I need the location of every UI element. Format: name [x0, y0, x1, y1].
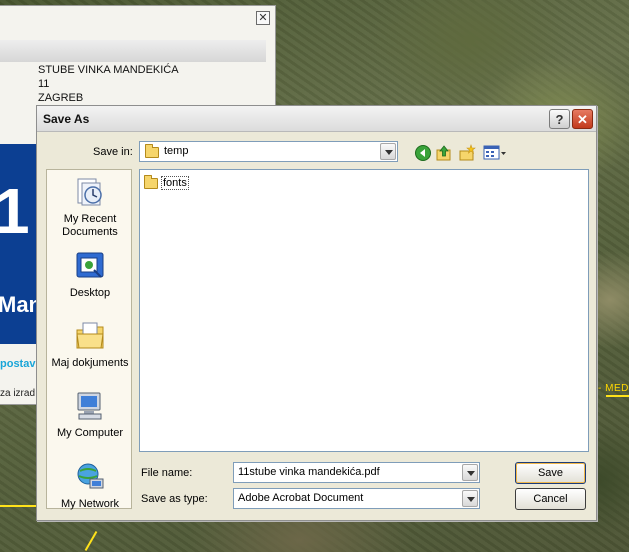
save-in-label: Save in: — [93, 146, 133, 158]
chevron-down-icon[interactable] — [462, 464, 478, 481]
save-as-type-dropdown[interactable]: Adobe Acrobat Document — [233, 488, 480, 509]
my-network-icon — [77, 463, 104, 489]
file-name-label: File name: — [141, 467, 193, 479]
close-button[interactable]: ✕ — [572, 109, 593, 129]
dialog-titlebar[interactable]: Save As ? ✕ — [37, 106, 596, 132]
place-label: My Computer — [56, 427, 124, 439]
save-as-dialog: Save As ? ✕ Save in: temp My Recent Docu… — [36, 105, 597, 521]
address-street: STUBE VINKA MANDEKIĆA — [38, 64, 179, 76]
address-number: 11 — [38, 78, 50, 90]
save-in-dropdown[interactable]: temp — [139, 141, 398, 162]
back-icon[interactable] — [414, 144, 432, 162]
postav-link[interactable]: postav — [0, 358, 35, 370]
my-documents-icon — [76, 322, 104, 349]
my-computer-icon — [77, 392, 102, 420]
street-sign-number: 1 — [0, 175, 30, 247]
chevron-down-icon[interactable] — [462, 490, 478, 507]
places-bar: My Recent Documents Desktop Maj dokjumen… — [46, 169, 133, 511]
map-road-line-lower — [0, 505, 36, 507]
place-label: Maj dokjuments — [51, 357, 129, 369]
recent-documents-icon — [77, 178, 102, 206]
map-road-label: - MED — [598, 383, 629, 394]
place-label-line2: Documents — [62, 226, 118, 238]
info-text-fragment: za izrad — [0, 388, 36, 399]
save-as-type-label: Save as type: — [141, 493, 208, 505]
view-menu-icon[interactable] — [483, 144, 507, 162]
file-name-value: 11stube vinka mandekića.pdf — [238, 466, 380, 478]
place-my-network[interactable]: My Network — [47, 461, 133, 511]
place-label: My Network — [60, 498, 120, 510]
chevron-down-icon[interactable] — [380, 143, 396, 160]
place-my-recent-documents[interactable]: My Recent Documents — [47, 176, 133, 239]
place-label: Desktop — [69, 287, 111, 299]
file-name: fonts — [161, 176, 189, 190]
street-sign-panel: 1 Man — [0, 144, 42, 344]
dialog-title: Save As — [43, 112, 90, 126]
folder-icon — [144, 175, 158, 189]
save-button[interactable]: Save — [515, 462, 586, 484]
up-folder-icon[interactable] — [435, 144, 453, 162]
place-desktop[interactable]: Desktop — [47, 250, 133, 300]
map-road-line — [606, 395, 629, 397]
cancel-button[interactable]: Cancel — [515, 488, 586, 510]
place-my-computer[interactable]: My Computer — [47, 390, 133, 440]
info-header-bar — [0, 40, 266, 62]
file-list-view[interactable]: fonts — [139, 169, 589, 452]
save-in-value: temp — [164, 145, 189, 157]
place-label: My Recent — [63, 213, 117, 225]
save-as-type-value: Adobe Acrobat Document — [238, 492, 364, 504]
new-folder-icon[interactable] — [458, 144, 476, 162]
address-city: ZAGREB — [38, 92, 84, 104]
place-my-documents[interactable]: Maj dokjuments — [47, 320, 133, 370]
close-icon[interactable]: ✕ — [256, 11, 270, 25]
desktop-icon — [76, 252, 104, 278]
help-button[interactable]: ? — [549, 109, 570, 129]
file-name-input[interactable]: 11stube vinka mandekića.pdf — [233, 462, 480, 483]
folder-icon — [145, 144, 159, 158]
